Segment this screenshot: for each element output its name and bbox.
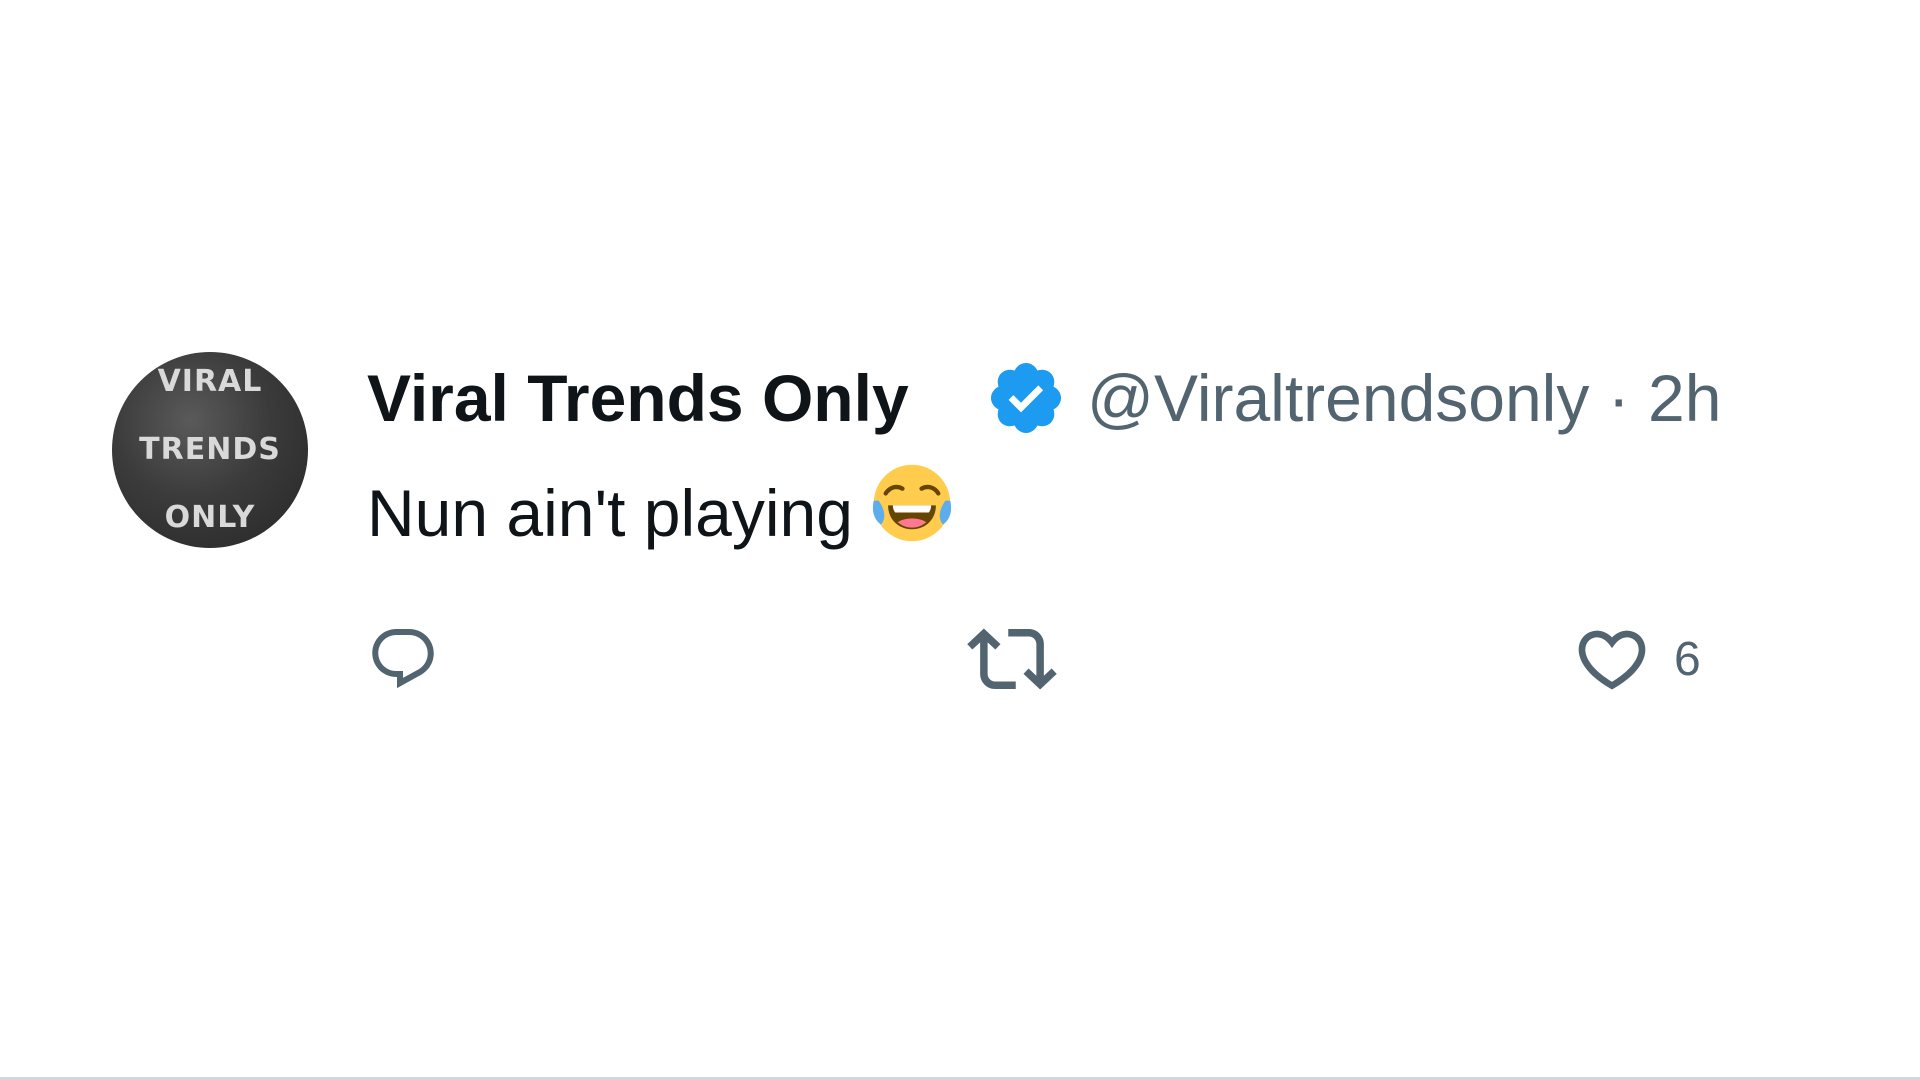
avatar[interactable]: VIRAL TRENDS ONLY xyxy=(112,352,308,548)
like-button[interactable]: 6 xyxy=(1572,614,1701,704)
tweet-text-content: Nun ain't playing xyxy=(367,476,853,550)
avatar-text-line-3: ONLY xyxy=(164,500,256,535)
reply-button[interactable] xyxy=(367,614,439,704)
heart-icon xyxy=(1572,619,1652,699)
author-meta: @Viraltrendsonly · 2h xyxy=(1087,360,1721,436)
like-count: 6 xyxy=(1674,632,1701,686)
tweet-body: Viral Trends Only @Viraltrendsonly · 2h … xyxy=(367,352,1827,690)
page: VIRAL TRENDS ONLY Viral Trends Only @Vir… xyxy=(0,0,1920,1080)
avatar-text-line-2: TRENDS xyxy=(139,432,281,467)
reply-icon xyxy=(367,623,439,695)
tweet-header: Viral Trends Only @Viraltrendsonly · 2h xyxy=(367,352,1827,444)
verified-badge-icon[interactable] xyxy=(985,357,1067,439)
meta-separator: · xyxy=(1607,361,1630,435)
tweet-timestamp[interactable]: 2h xyxy=(1648,361,1721,435)
tweet-text: Nun ain't playing xyxy=(367,460,955,551)
author-display-name[interactable]: Viral Trends Only xyxy=(367,360,909,436)
retweet-icon xyxy=(967,614,1057,704)
retweet-button[interactable] xyxy=(967,614,1057,704)
author-handle[interactable]: @Viraltrendsonly xyxy=(1087,361,1589,435)
face-with-tears-of-joy-icon xyxy=(869,460,955,546)
avatar-text-line-1: VIRAL xyxy=(157,364,263,399)
tweet-actions: 6 xyxy=(367,614,1827,704)
